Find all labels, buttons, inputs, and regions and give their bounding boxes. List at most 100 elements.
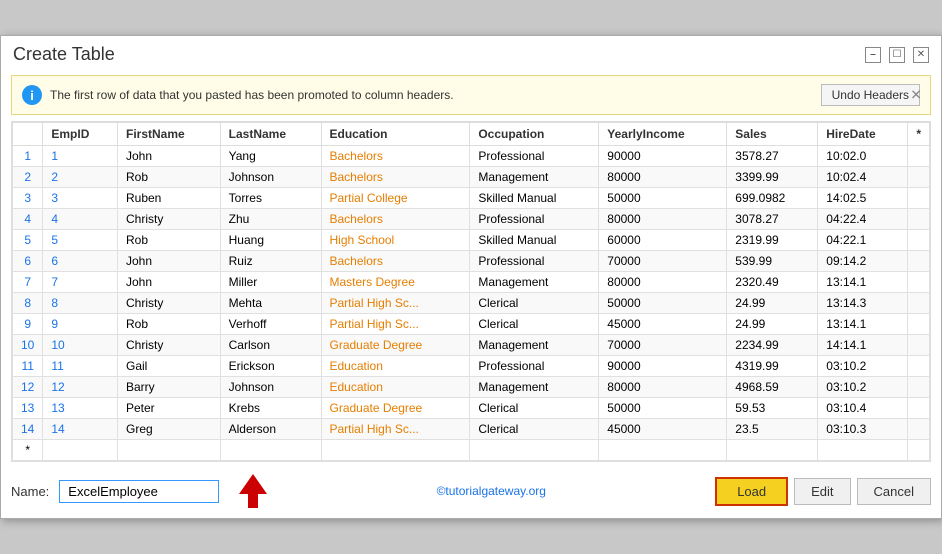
star-cell xyxy=(908,251,930,272)
sales-cell: 4319.99 xyxy=(727,356,818,377)
cancel-button[interactable]: Cancel xyxy=(857,478,931,505)
table-row[interactable]: 1212BarryJohnsonEducationManagement80000… xyxy=(13,377,930,398)
empty-cell xyxy=(117,440,220,461)
notification-close-icon[interactable]: ✕ xyxy=(910,87,922,104)
hiredate-cell: 10:02.0 xyxy=(818,146,908,167)
firstname-cell: John xyxy=(117,146,220,167)
row-number-cell: 4 xyxy=(13,209,43,230)
occupation-cell: Professional xyxy=(470,356,599,377)
lastname-cell: Carlson xyxy=(220,335,321,356)
empid-header[interactable]: EmpID xyxy=(43,123,118,146)
table-row[interactable]: 22RobJohnsonBachelorsManagement800003399… xyxy=(13,167,930,188)
hiredate-cell: 04:22.4 xyxy=(818,209,908,230)
yearlyincome-cell: 80000 xyxy=(599,272,727,293)
education-header[interactable]: Education xyxy=(321,123,470,146)
info-icon: i xyxy=(22,85,42,105)
hiredate-cell: 03:10.2 xyxy=(818,377,908,398)
star-cell xyxy=(908,377,930,398)
table-row[interactable]: 1010ChristyCarlsonGraduate DegreeManagem… xyxy=(13,335,930,356)
hiredate-header[interactable]: HireDate xyxy=(818,123,908,146)
empid-cell: 2 xyxy=(43,167,118,188)
firstname-cell: Rob xyxy=(117,230,220,251)
hiredate-cell: 10:02.4 xyxy=(818,167,908,188)
empty-cell xyxy=(727,440,818,461)
load-button[interactable]: Load xyxy=(715,477,788,506)
row-number-cell: 14 xyxy=(13,419,43,440)
occupation-cell: Management xyxy=(470,335,599,356)
yearlyincome-cell: 50000 xyxy=(599,293,727,314)
sales-header[interactable]: Sales xyxy=(727,123,818,146)
table-row[interactable]: 1313PeterKrebsGraduate DegreeClerical500… xyxy=(13,398,930,419)
star-header: * xyxy=(908,123,930,146)
yearlyincome-cell: 80000 xyxy=(599,167,727,188)
occupation-cell: Clerical xyxy=(470,419,599,440)
table-row[interactable]: 11JohnYangBachelorsProfessional900003578… xyxy=(13,146,930,167)
yearlyincome-cell: 50000 xyxy=(599,188,727,209)
sales-cell: 699.0982 xyxy=(727,188,818,209)
lastname-cell: Johnson xyxy=(220,167,321,188)
lastname-cell: Alderson xyxy=(220,419,321,440)
undo-headers-button[interactable]: Undo Headers xyxy=(821,84,920,106)
yearlyincome-header[interactable]: YearlyIncome xyxy=(599,123,727,146)
firstname-header[interactable]: FirstName xyxy=(117,123,220,146)
sales-cell: 23.5 xyxy=(727,419,818,440)
table-row[interactable]: 1111GailEricksonEducationProfessional900… xyxy=(13,356,930,377)
lastname-cell: Johnson xyxy=(220,377,321,398)
sales-cell: 539.99 xyxy=(727,251,818,272)
window-title: Create Table xyxy=(13,44,115,65)
name-label: Name: xyxy=(11,484,49,499)
lastname-header[interactable]: LastName xyxy=(220,123,321,146)
sales-cell: 24.99 xyxy=(727,314,818,335)
arrow-indicator xyxy=(239,474,267,508)
star-cell xyxy=(908,398,930,419)
education-cell: High School xyxy=(321,230,470,251)
action-buttons: Load Edit Cancel xyxy=(715,477,931,506)
empty-cell xyxy=(470,440,599,461)
firstname-cell: John xyxy=(117,251,220,272)
yearlyincome-cell: 80000 xyxy=(599,209,727,230)
sales-cell: 3078.27 xyxy=(727,209,818,230)
name-input[interactable] xyxy=(59,480,219,503)
notification-bar: i The first row of data that you pasted … xyxy=(11,75,931,115)
table-row[interactable]: 55RobHuangHigh SchoolSkilled Manual60000… xyxy=(13,230,930,251)
table-row[interactable]: 1414GregAldersonPartial High Sc...Cleric… xyxy=(13,419,930,440)
occupation-cell: Skilled Manual xyxy=(470,230,599,251)
occupation-cell: Clerical xyxy=(470,293,599,314)
star-cell xyxy=(908,314,930,335)
lastname-cell: Torres xyxy=(220,188,321,209)
hiredate-cell: 04:22.1 xyxy=(818,230,908,251)
firstname-cell: Peter xyxy=(117,398,220,419)
sales-cell: 2234.99 xyxy=(727,335,818,356)
yearlyincome-cell: 80000 xyxy=(599,377,727,398)
yearlyincome-cell: 45000 xyxy=(599,419,727,440)
table-row[interactable]: 33RubenTorresPartial CollegeSkilled Manu… xyxy=(13,188,930,209)
row-number-header xyxy=(13,123,43,146)
hiredate-cell: 14:14.1 xyxy=(818,335,908,356)
maximize-button[interactable]: ☐ xyxy=(889,47,905,63)
table-row[interactable]: 88ChristyMehtaPartial High Sc...Clerical… xyxy=(13,293,930,314)
empty-cell xyxy=(220,440,321,461)
occupation-header[interactable]: Occupation xyxy=(470,123,599,146)
star-cell xyxy=(908,419,930,440)
table-row[interactable]: 77JohnMillerMasters DegreeManagement8000… xyxy=(13,272,930,293)
table-row[interactable]: 99RobVerhoffPartial High Sc...Clerical45… xyxy=(13,314,930,335)
star-cell xyxy=(908,209,930,230)
lastname-cell: Huang xyxy=(220,230,321,251)
empid-cell: 11 xyxy=(43,356,118,377)
empid-cell: 1 xyxy=(43,146,118,167)
yearlyincome-cell: 45000 xyxy=(599,314,727,335)
minimize-button[interactable]: ⎯ xyxy=(865,47,881,63)
star-cell xyxy=(908,293,930,314)
empty-cell xyxy=(599,440,727,461)
yearlyincome-cell: 60000 xyxy=(599,230,727,251)
education-cell: Graduate Degree xyxy=(321,398,470,419)
lastname-cell: Zhu xyxy=(220,209,321,230)
table-row[interactable]: 66JohnRuizBachelorsProfessional70000539.… xyxy=(13,251,930,272)
close-button[interactable]: ✕ xyxy=(913,47,929,63)
hiredate-cell: 03:10.3 xyxy=(818,419,908,440)
table-row[interactable]: 44ChristyZhuBachelorsProfessional8000030… xyxy=(13,209,930,230)
edit-button[interactable]: Edit xyxy=(794,478,850,505)
row-number-cell: 11 xyxy=(13,356,43,377)
empid-cell: 9 xyxy=(43,314,118,335)
lastname-cell: Ruiz xyxy=(220,251,321,272)
